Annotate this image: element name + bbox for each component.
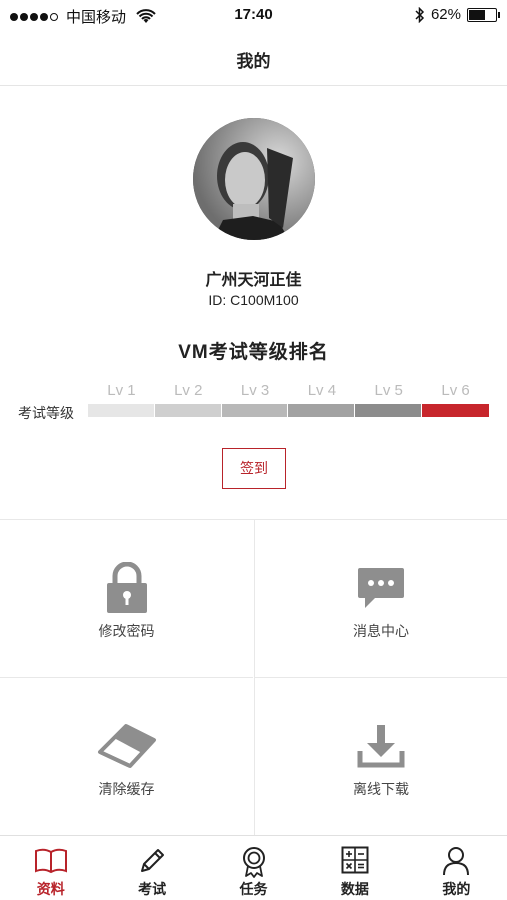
tab-data-label: 数据 xyxy=(340,881,369,897)
level-segment: Lv 1 xyxy=(88,382,155,417)
download-icon xyxy=(357,725,405,768)
ranking-title: VM考试等级排名 xyxy=(178,342,329,363)
level-segment: Lv 3 xyxy=(221,382,289,417)
user-name: 广州天河正佳 xyxy=(205,272,302,289)
level-bar-segment xyxy=(355,404,422,417)
status-bar: 中国移动 17:40 62% xyxy=(0,0,507,30)
medal-icon xyxy=(242,847,265,878)
level-segment: Lv 2 xyxy=(154,382,222,417)
level-label: Lv 2 xyxy=(174,382,203,399)
offline-download-label: 离线下载 xyxy=(353,781,409,797)
level-label: Lv 4 xyxy=(307,382,337,399)
level-bar-segment xyxy=(221,404,288,417)
signin-button[interactable]: 签到 xyxy=(222,448,286,489)
tab-materials-label: 资料 xyxy=(36,881,65,897)
level-bar-segment xyxy=(88,404,154,417)
lock-icon xyxy=(106,562,147,613)
tab-tasks[interactable]: 任务 xyxy=(203,836,304,900)
nav-bar: 我的 xyxy=(0,30,507,86)
eraser-icon xyxy=(97,724,156,768)
tab-materials[interactable]: 资料 xyxy=(0,836,101,900)
message-center-label: 消息中心 xyxy=(353,623,409,639)
message-center-button[interactable]: 消息中心 xyxy=(254,520,507,678)
change-password-button[interactable]: 修改密码 xyxy=(0,520,253,678)
offline-download-button[interactable]: 离线下载 xyxy=(254,678,507,836)
pencil-icon xyxy=(141,849,165,872)
tab-data[interactable]: 数据 xyxy=(304,836,405,900)
calculator-icon xyxy=(341,846,369,874)
level-segment: Lv 5 xyxy=(355,382,422,417)
tab-tasks-label: 任务 xyxy=(239,881,268,897)
level-progress-bar: Lv 1 Lv 2 Lv 3 Lv 4 Lv 5 Lv 6 xyxy=(88,382,489,417)
level-bar-segment xyxy=(288,404,355,417)
tab-exam-label: 考试 xyxy=(138,881,167,897)
bluetooth-icon xyxy=(415,6,425,23)
clear-cache-label: 清除缓存 xyxy=(98,781,155,797)
level-row-label: 考试等级 xyxy=(18,405,74,421)
message-icon xyxy=(358,568,404,608)
level-label: Lv 3 xyxy=(240,382,270,399)
avatar-image xyxy=(193,118,315,240)
level-bar-segment xyxy=(422,404,489,417)
user-id: ID: C100M100 xyxy=(208,292,299,308)
level-bar-segment xyxy=(154,404,221,417)
user-icon xyxy=(443,847,470,876)
change-password-label: 修改密码 xyxy=(98,623,155,639)
tab-exam[interactable]: 考试 xyxy=(101,836,202,900)
level-label: Lv 6 xyxy=(441,382,470,399)
clear-cache-button[interactable]: 清除缓存 xyxy=(0,678,253,836)
avatar[interactable] xyxy=(193,118,315,240)
level-label: Lv 1 xyxy=(107,382,136,399)
page-title: 我的 xyxy=(236,52,271,71)
tab-mine[interactable]: 我的 xyxy=(406,836,507,900)
level-segment: Lv 4 xyxy=(288,382,355,417)
battery-icon xyxy=(467,7,500,22)
tab-bar: 资料 考试 任务 数据 我的 xyxy=(0,835,507,900)
function-grid: 修改密码 消息中心 清除缓存 离线下载 xyxy=(0,519,507,836)
tab-mine-label: 我的 xyxy=(442,881,471,897)
book-icon xyxy=(34,848,67,874)
level-label: Lv 5 xyxy=(374,382,403,399)
battery-percent: 62% xyxy=(430,6,461,23)
status-right: 62% xyxy=(415,6,500,23)
level-segment: Lv 6 xyxy=(422,382,489,417)
